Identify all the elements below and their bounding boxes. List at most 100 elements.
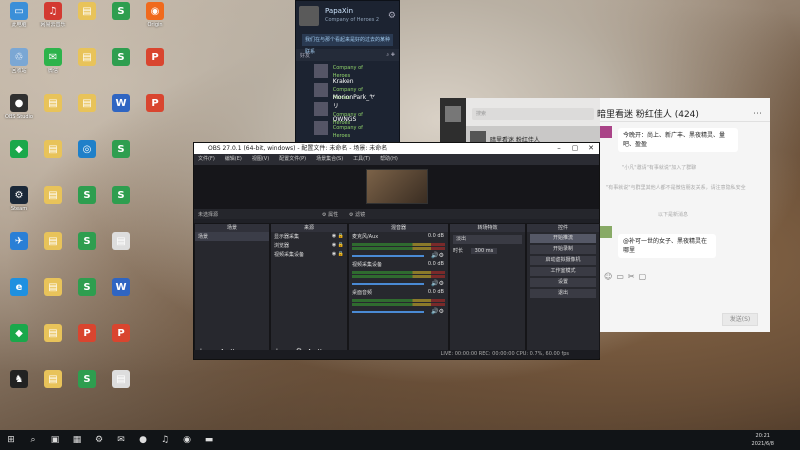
desktop-icon[interactable]: ♞ [2,370,36,408]
menu-item[interactable]: 帮助(H) [380,154,398,165]
control-button[interactable]: 工作室模式 [530,267,596,276]
eye-icon[interactable]: ◉ 🔒 [332,233,344,240]
source-item[interactable]: 显示器采集 ◉ 🔒 [271,232,347,241]
steam-friends-window[interactable]: PapaXin Company of Heroes 2 ⚙ 我们在与那个看起来是… [295,0,400,150]
maximize-icon[interactable]: ▢ [567,143,583,154]
desktop-icon[interactable]: P [138,94,172,132]
control-button[interactable]: 开始录制 [530,245,596,254]
taskbar-app-icon[interactable]: ⌕ [22,430,44,450]
message-bubble[interactable]: @补可一世的女子、黑夜精灵在哪里 [618,234,716,258]
speaker-icon[interactable]: 🔊⚙ [431,280,444,287]
desktop-icon[interactable]: ◆ [2,324,36,362]
desktop-icon[interactable]: ♲ 回收站 [2,48,36,86]
desktop-icon[interactable]: P [138,48,172,86]
menu-item[interactable]: 文件(F) [198,154,215,165]
volume-slider[interactable] [352,283,424,285]
close-icon[interactable]: ✕ [583,143,599,154]
desktop-icon[interactable]: W [104,278,138,316]
avatar[interactable] [445,106,461,122]
scene-item[interactable]: 场景 [195,232,269,241]
desktop-icon[interactable]: S [104,140,138,178]
desktop-icon[interactable]: ♫ 网易云音乐 [36,2,70,40]
desktop-icon[interactable]: ▤ [70,2,104,40]
gear-icon[interactable]: ⚙ [388,11,396,21]
clock[interactable]: 20:21 2021/6/8 [752,432,774,448]
speaker-icon[interactable]: 🔊⚙ [431,252,444,259]
taskbar-app-icon[interactable]: ✉ [110,430,132,450]
search-input[interactable]: 搜索 [472,108,594,120]
source-label: 显示器采集 [274,234,300,240]
taskbar-app-icon[interactable]: ⚙ [88,430,110,450]
desktop-icon[interactable]: ▤ [36,232,70,270]
control-button[interactable]: 开始推流 [530,234,596,243]
desktop-icon[interactable]: ▤ [36,278,70,316]
desktop-icon[interactable]: ▤ [36,94,70,132]
desktop-icon[interactable]: ▤ [70,48,104,86]
taskbar-app-icon[interactable]: ◉ [176,430,198,450]
control-button[interactable]: 设置 [530,278,596,287]
desktop-icon[interactable]: S [104,186,138,224]
eye-icon[interactable]: ◉ 🔒 [332,242,344,249]
minimize-icon[interactable]: – [551,143,567,154]
message-bubble[interactable]: 今晚开：尚上、新广丰、黑夜精灵、量吧、盈盈 [618,128,738,152]
desktop-icon-label [104,160,138,172]
desktop-icon[interactable]: S [70,370,104,408]
filters-button[interactable]: ⚙ 滤镜 [349,211,365,218]
steam-notice[interactable]: 我们在与那个看起来是好的过去的某种联系 [302,34,393,55]
menu-item[interactable]: 视图(V) [252,154,269,165]
desktop-icon[interactable]: ▤ [36,370,70,408]
desktop-icon[interactable]: ◉ Origin [138,2,172,40]
taskbar-app-icon[interactable]: ● [132,430,154,450]
taskbar-app-icon[interactable]: ♫ [154,430,176,450]
desktop-icon[interactable]: ▭ 此电脑 [2,2,36,40]
desktop-icon[interactable]: S [70,278,104,316]
desktop-icon[interactable]: ◆ [2,140,36,178]
transition-select[interactable]: 淡出 [453,235,522,244]
taskbar-app-icon[interactable]: ⊞ [0,430,22,450]
desktop-icon[interactable]: P [104,324,138,362]
desktop-icon[interactable]: ▤ [70,94,104,132]
desktop-icon[interactable]: P [70,324,104,362]
search-icon[interactable]: ⌕ ✚ [386,52,395,58]
send-button[interactable]: 发送(S) [722,313,758,326]
speaker-icon[interactable]: 🔊⚙ [431,308,444,315]
source-item[interactable]: 浏览器 ◉ 🔒 [271,241,347,250]
source-item[interactable]: 视频采集设备 ◉ 🔒 [271,250,347,259]
desktop-icon[interactable]: ▤ [104,232,138,270]
desktop-icon[interactable]: ▤ [36,324,70,362]
control-button[interactable]: 启动虚拟摄像机 [530,256,596,265]
desktop-icon[interactable]: S [104,2,138,40]
eye-icon[interactable]: ◉ 🔒 [332,251,344,258]
control-button[interactable]: 退出 [530,289,596,298]
desktop-icon[interactable]: ● OBS Studio [2,94,36,132]
desktop-icon[interactable]: ⚙ Steam [2,186,36,224]
desktop-icon[interactable]: S [104,48,138,86]
desktop-icon[interactable]: S [70,232,104,270]
desktop-icon[interactable]: S [70,186,104,224]
desktop-icon[interactable]: ✉ 微信 [36,48,70,86]
taskbar-app-icon[interactable]: ▦ [66,430,88,450]
desktop-icon[interactable]: W [104,94,138,132]
obs-preview[interactable] [194,165,599,209]
volume-slider[interactable] [352,255,424,257]
desktop-icon[interactable]: e [2,278,36,316]
steam-profile[interactable]: PapaXin Company of Heroes 2 ⚙ [296,1,399,31]
desktop-icon[interactable]: ▤ [104,370,138,408]
friend-item[interactable]: OWNGS Company of Heroes [296,116,399,139]
taskbar-app-icon[interactable]: ▣ [44,430,66,450]
desktop-icon[interactable]: ▤ [36,186,70,224]
menu-item[interactable]: 场景集合(S) [316,154,343,165]
desktop-icon[interactable]: ▤ [36,140,70,178]
desktop-icon[interactable]: ◎ [70,140,104,178]
desktop-icon[interactable]: ✈ [2,232,36,270]
taskbar-app-icon[interactable]: ▬ [198,430,220,450]
obs-window[interactable]: OBS 27.0.1 (64-bit, windows) - 配置文件: 未命名… [193,142,600,360]
more-icon[interactable]: ⋯ [753,109,762,119]
menu-item[interactable]: 编辑(E) [225,154,242,165]
menu-item[interactable]: 配置文件(P) [279,154,306,165]
menu-item[interactable]: 工具(T) [353,154,370,165]
props-button[interactable]: ⚙ 属性 [322,211,338,218]
volume-slider[interactable] [352,311,424,313]
duration-input[interactable]: 300 ms [470,248,498,254]
obs-titlebar[interactable]: OBS 27.0.1 (64-bit, windows) - 配置文件: 未命名… [194,143,599,154]
